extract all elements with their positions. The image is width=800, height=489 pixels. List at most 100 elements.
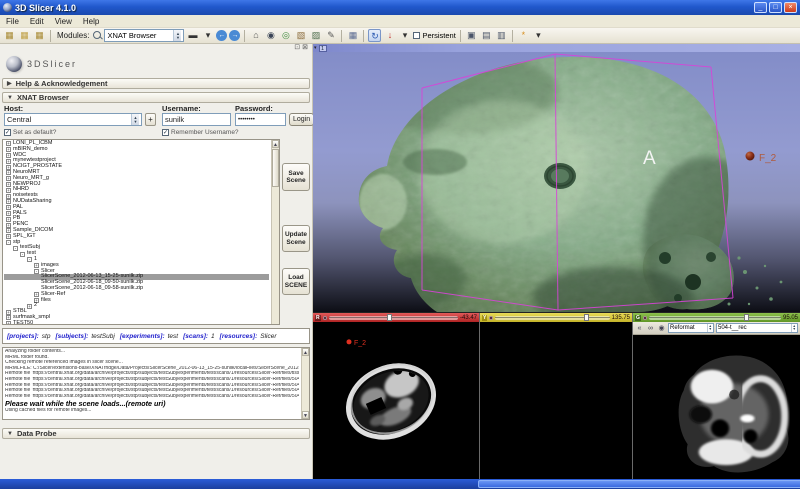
screenshot-icon[interactable]: ▨ bbox=[309, 29, 322, 42]
persistent-checkbox[interactable] bbox=[413, 32, 420, 39]
help-acknowledgement-section[interactable]: ▶ Help & Acknowledgement bbox=[2, 78, 310, 89]
maximize-button[interactable]: □ bbox=[769, 2, 782, 13]
scroll-up-icon[interactable]: ▲ bbox=[272, 140, 279, 148]
place-fiducial-icon[interactable]: ↓ bbox=[383, 29, 396, 42]
menu-help[interactable]: Help bbox=[83, 17, 99, 26]
expand-icon[interactable]: + bbox=[6, 194, 11, 199]
login-button[interactable]: Login bbox=[289, 113, 314, 126]
expand-icon[interactable]: + bbox=[34, 292, 39, 297]
collapse-controller-button[interactable]: « bbox=[635, 325, 644, 332]
expand-icon[interactable]: + bbox=[6, 188, 11, 193]
extensions-icon[interactable]: ◎ bbox=[279, 29, 292, 42]
web-icon[interactable]: ◉ bbox=[264, 29, 277, 42]
package-icon[interactable]: ▧ bbox=[294, 29, 307, 42]
module-history-icon[interactable]: ▬ bbox=[186, 29, 199, 42]
add-host-button[interactable]: + bbox=[145, 113, 156, 126]
remember-username-toggle[interactable]: ✓ Remember Username? bbox=[162, 129, 239, 136]
fiducial-marker-red-slice[interactable]: F_2 bbox=[347, 339, 367, 346]
expand-icon[interactable]: + bbox=[6, 176, 11, 181]
fiducial-star-icon[interactable]: * bbox=[517, 29, 530, 42]
yellow-slice-view[interactable]: Y 135.75 bbox=[479, 313, 633, 479]
collapse-icon[interactable]: - bbox=[13, 246, 18, 251]
expand-icon[interactable]: + bbox=[6, 170, 11, 175]
save-scene-button[interactable]: Save Scene bbox=[282, 163, 310, 191]
red-slice-canvas[interactable]: F_2 bbox=[313, 322, 479, 479]
expand-icon[interactable]: + bbox=[27, 304, 32, 309]
scroll-down-icon[interactable]: ▼ bbox=[302, 411, 309, 419]
remember-username-checkbox[interactable]: ✓ bbox=[162, 129, 169, 136]
module-search-icon[interactable] bbox=[93, 31, 102, 40]
xnat-browser-section[interactable]: ▼ XNAT Browser bbox=[2, 92, 310, 103]
slice-visibility-icon[interactable]: ◉ bbox=[657, 324, 666, 332]
capture-screenshot-icon[interactable]: ▣ bbox=[465, 29, 478, 42]
link-views-icon[interactable]: ∞ bbox=[646, 325, 655, 332]
orientation-spin[interactable]: ▲▼ bbox=[707, 324, 712, 332]
password-field[interactable]: •••••••• bbox=[235, 113, 286, 126]
menu-file[interactable]: File bbox=[6, 17, 19, 26]
green-slice-controller[interactable]: G 95.05 bbox=[633, 313, 800, 322]
load-data-icon[interactable]: ▦ bbox=[33, 29, 46, 42]
window-titlebar[interactable]: 3D Slicer 4.1.0 _ □ × bbox=[0, 0, 800, 15]
red-slice-slider[interactable] bbox=[329, 316, 458, 320]
tree-scrollbar[interactable]: ▲ bbox=[271, 140, 279, 324]
sceneview-restore-icon[interactable]: ▥ bbox=[495, 29, 508, 42]
expand-icon[interactable]: + bbox=[6, 153, 11, 158]
threed-view-controller[interactable]: ▾ 1 bbox=[313, 44, 800, 52]
module-selector-spin[interactable]: ▲▼ bbox=[173, 30, 181, 41]
expand-icon[interactable]: + bbox=[6, 159, 11, 164]
username-field[interactable]: sunilk bbox=[162, 113, 231, 126]
expand-icon[interactable]: + bbox=[6, 141, 11, 146]
pin-icon[interactable] bbox=[323, 316, 327, 320]
crosshair-icon[interactable]: ↻ bbox=[368, 29, 381, 42]
measure-icon[interactable]: ✎ bbox=[324, 29, 337, 42]
collapse-arrow-icon[interactable]: ▾ bbox=[314, 44, 317, 52]
threed-viewport[interactable]: A F_2 bbox=[313, 52, 800, 312]
active-task-button[interactable] bbox=[478, 480, 800, 488]
expand-icon[interactable]: + bbox=[6, 211, 11, 216]
volume-selector[interactable]: 504-t__rec ▲▼ bbox=[716, 323, 798, 333]
expand-icon[interactable]: + bbox=[6, 234, 11, 239]
module-selector[interactable]: XNAT Browser ▲▼ bbox=[104, 29, 184, 42]
minimize-button[interactable]: _ bbox=[754, 2, 767, 13]
mouse-mode-caret-icon[interactable]: ▾ bbox=[398, 29, 411, 42]
yellow-slice-slider[interactable] bbox=[495, 316, 609, 320]
sceneview-add-icon[interactable]: ▤ bbox=[480, 29, 493, 42]
slider-handle[interactable] bbox=[387, 314, 392, 321]
data-probe-section[interactable]: ▼ Data Probe bbox=[2, 428, 310, 439]
green-slice-slider[interactable] bbox=[649, 316, 781, 320]
expand-icon[interactable]: + bbox=[6, 205, 11, 210]
expand-icon[interactable]: + bbox=[6, 223, 11, 228]
red-slice-view[interactable]: R -43.47 bbox=[313, 313, 479, 479]
history-caret-icon[interactable]: ▾ bbox=[201, 29, 214, 42]
expand-icon[interactable]: + bbox=[6, 228, 11, 233]
home-icon[interactable]: ⌂ bbox=[249, 29, 262, 42]
expand-icon[interactable]: + bbox=[6, 310, 11, 315]
update-scene-button[interactable]: Update Scene bbox=[282, 225, 310, 252]
module-back-icon[interactable]: ← bbox=[216, 30, 227, 41]
expand-icon[interactable]: + bbox=[6, 217, 11, 222]
save-scene-icon[interactable]: ▦ bbox=[18, 29, 31, 42]
slider-handle[interactable] bbox=[744, 314, 749, 321]
fiducial-marker-3d[interactable]: F_2 bbox=[746, 152, 777, 165]
menu-view[interactable]: View bbox=[55, 17, 72, 26]
expand-icon[interactable]: + bbox=[34, 263, 39, 268]
collapse-icon[interactable]: - bbox=[20, 252, 25, 257]
pin-icon[interactable] bbox=[489, 316, 493, 320]
fiducial-caret-icon[interactable]: ▾ bbox=[532, 29, 545, 42]
persistent-toggle[interactable]: Persistent bbox=[413, 31, 455, 40]
layout-icon[interactable]: ▦ bbox=[346, 29, 359, 42]
orientation-selector[interactable]: Reformat ▲▼ bbox=[668, 323, 714, 333]
close-button[interactable]: × bbox=[784, 2, 797, 13]
log-scrollbar[interactable]: ▲ ▼ bbox=[301, 348, 309, 419]
expand-icon[interactable]: + bbox=[6, 165, 11, 170]
expand-icon[interactable]: + bbox=[6, 147, 11, 152]
green-slice-canvas[interactable] bbox=[633, 335, 800, 479]
scrollbar-thumb[interactable] bbox=[272, 149, 279, 187]
yellow-slice-canvas[interactable] bbox=[480, 322, 632, 479]
pin-icon[interactable] bbox=[643, 316, 647, 320]
collapse-icon[interactable]: - bbox=[27, 257, 32, 262]
host-selector-spin[interactable]: ▲▼ bbox=[131, 114, 139, 125]
collapse-icon[interactable]: - bbox=[34, 269, 39, 274]
volume-spin[interactable]: ▲▼ bbox=[791, 324, 796, 332]
collapse-icon[interactable]: - bbox=[6, 240, 11, 245]
